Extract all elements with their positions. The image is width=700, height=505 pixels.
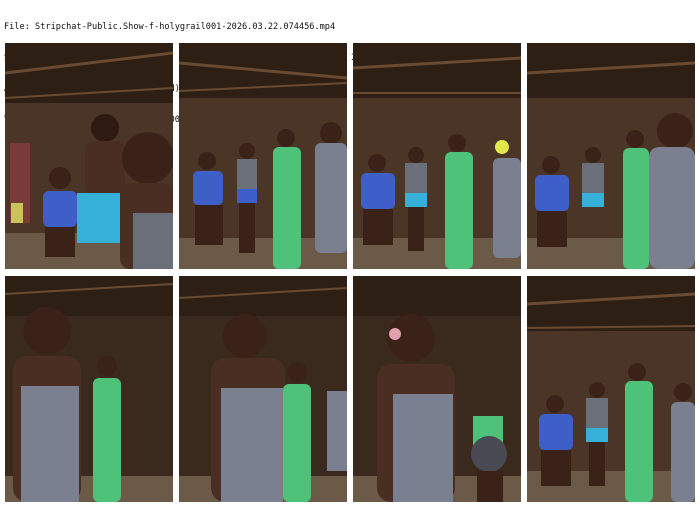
thumbnail-1-image [5,43,173,269]
thumbnail-4-image [527,43,695,269]
thumbnail-3 [353,43,521,269]
thumbnail-5 [5,276,173,502]
thumbnail-2-image [179,43,347,269]
thumbnail-7-image [353,276,521,502]
thumbnail-6-image [179,276,347,502]
thumbnail-grid [5,43,695,502]
thumbnail-4 [527,43,695,269]
thumbnail-8 [527,276,695,502]
thumbnail-7 [353,276,521,502]
thumbnail-6 [179,276,347,502]
thumbnail-5-image [5,276,173,502]
file-name-line: File: Stripchat-Public.Show-f-holygrail0… [4,21,336,32]
thumbnail-2 [179,43,347,269]
thumbnail-1 [5,43,173,269]
thumbnail-3-image [353,43,521,269]
thumbnail-8-image [527,276,695,502]
